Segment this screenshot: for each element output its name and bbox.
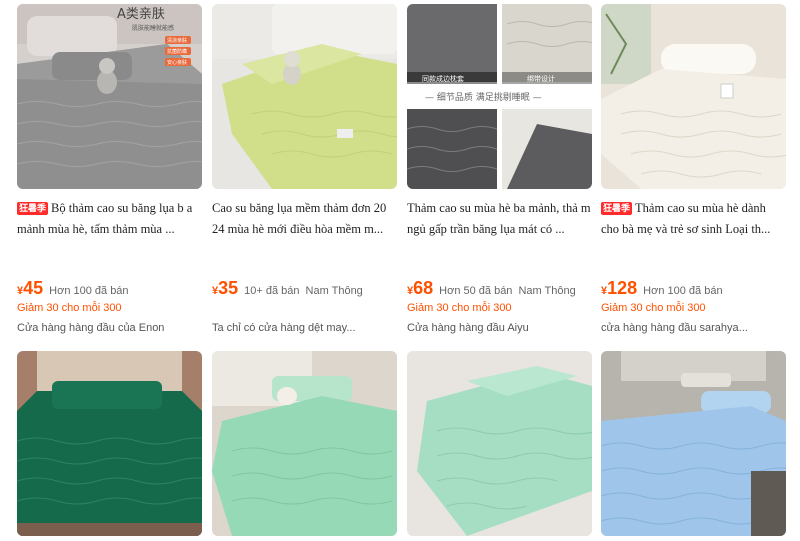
product-image[interactable] [212, 4, 397, 189]
price-row: ¥45 Hơn 100 đã bán [17, 278, 207, 299]
promo-text: Giảm 30 cho mỗi 300 [407, 302, 512, 314]
location: Nam Thông [305, 285, 363, 297]
product-image[interactable] [212, 351, 397, 536]
price: 45 [23, 278, 44, 298]
sold-count: Hơn 100 đã bán [643, 285, 723, 297]
product-title[interactable]: Thảm cao su mùa hè ba mảnh, thả m ngủ gấ… [407, 198, 592, 240]
image-text: A类亲肤 [117, 7, 165, 22]
product-image[interactable] [601, 351, 786, 536]
price: 128 [607, 278, 638, 298]
price-row: ¥35 10+ đã bán Nam Thông [212, 278, 402, 299]
sold-count: Hơn 100 đã bán [49, 285, 129, 297]
image-text: 肌肤能睡就能感 [132, 24, 174, 32]
shop-name[interactable]: cửa hàng hàng đầu sarahya... [601, 322, 786, 334]
product-title-text: Cao su băng lụa mềm thảm đơn 20 24 mùa h… [212, 201, 387, 236]
shop-name[interactable]: Ta chỉ có cửa hàng dệt may... [212, 322, 397, 334]
image-text: 同款成边枕套 [422, 74, 464, 83]
price: 35 [218, 278, 239, 298]
price-row: ¥68 Hơn 50 đã bán Nam Thông [407, 278, 597, 299]
image-text: 绑带设计 [527, 74, 555, 83]
product-title-text: Thảm cao su mùa hè ba mảnh, thả m ngủ gấ… [407, 201, 591, 236]
promo-badge: 狂暑季 [17, 202, 49, 215]
product-title[interactable]: Cao su băng lụa mềm thảm đơn 20 24 mùa h… [212, 198, 397, 240]
image-text: 安心亲肤 [167, 59, 187, 66]
sold-count: Hơn 50 đã bán [439, 285, 513, 297]
promo-text: Giảm 30 cho mỗi 300 [601, 302, 706, 314]
shop-name[interactable]: Cửa hàng hàng đầu của Enon [17, 322, 202, 334]
product-title[interactable]: 狂暑季 Bộ thảm cao su băng lụa b a mảnh mùa … [17, 198, 202, 240]
image-text: 抗菌防螨 [167, 48, 187, 55]
product-image[interactable]: 同款成边枕套 绑带设计 — 细节品质 满足挑剔睡眠 — [407, 4, 592, 189]
sold-count: 10+ đã bán [244, 285, 300, 297]
product-image[interactable] [407, 351, 592, 536]
shop-name[interactable]: Cửa hàng hàng đầu Aiyu [407, 322, 592, 334]
image-text: — 细节品质 满足挑剔睡眠 — [425, 91, 542, 103]
promo-badge: 狂暑季 [601, 202, 633, 215]
product-image[interactable] [601, 4, 786, 189]
price: 68 [413, 278, 434, 298]
product-image[interactable]: A类亲肤 肌肤能睡就能感 清凉亲肤 抗菌防螨 安心亲肤 [17, 4, 202, 189]
promo-text: Giảm 30 cho mỗi 300 [17, 302, 122, 314]
price-row: ¥128 Hơn 100 đã bán [601, 278, 791, 299]
image-text: 清凉亲肤 [167, 37, 187, 44]
location: Nam Thông [518, 285, 576, 297]
product-image[interactable] [17, 351, 202, 536]
product-title[interactable]: 狂暑季 Thảm cao su mùa hè dành cho bà mẹ và … [601, 198, 786, 240]
